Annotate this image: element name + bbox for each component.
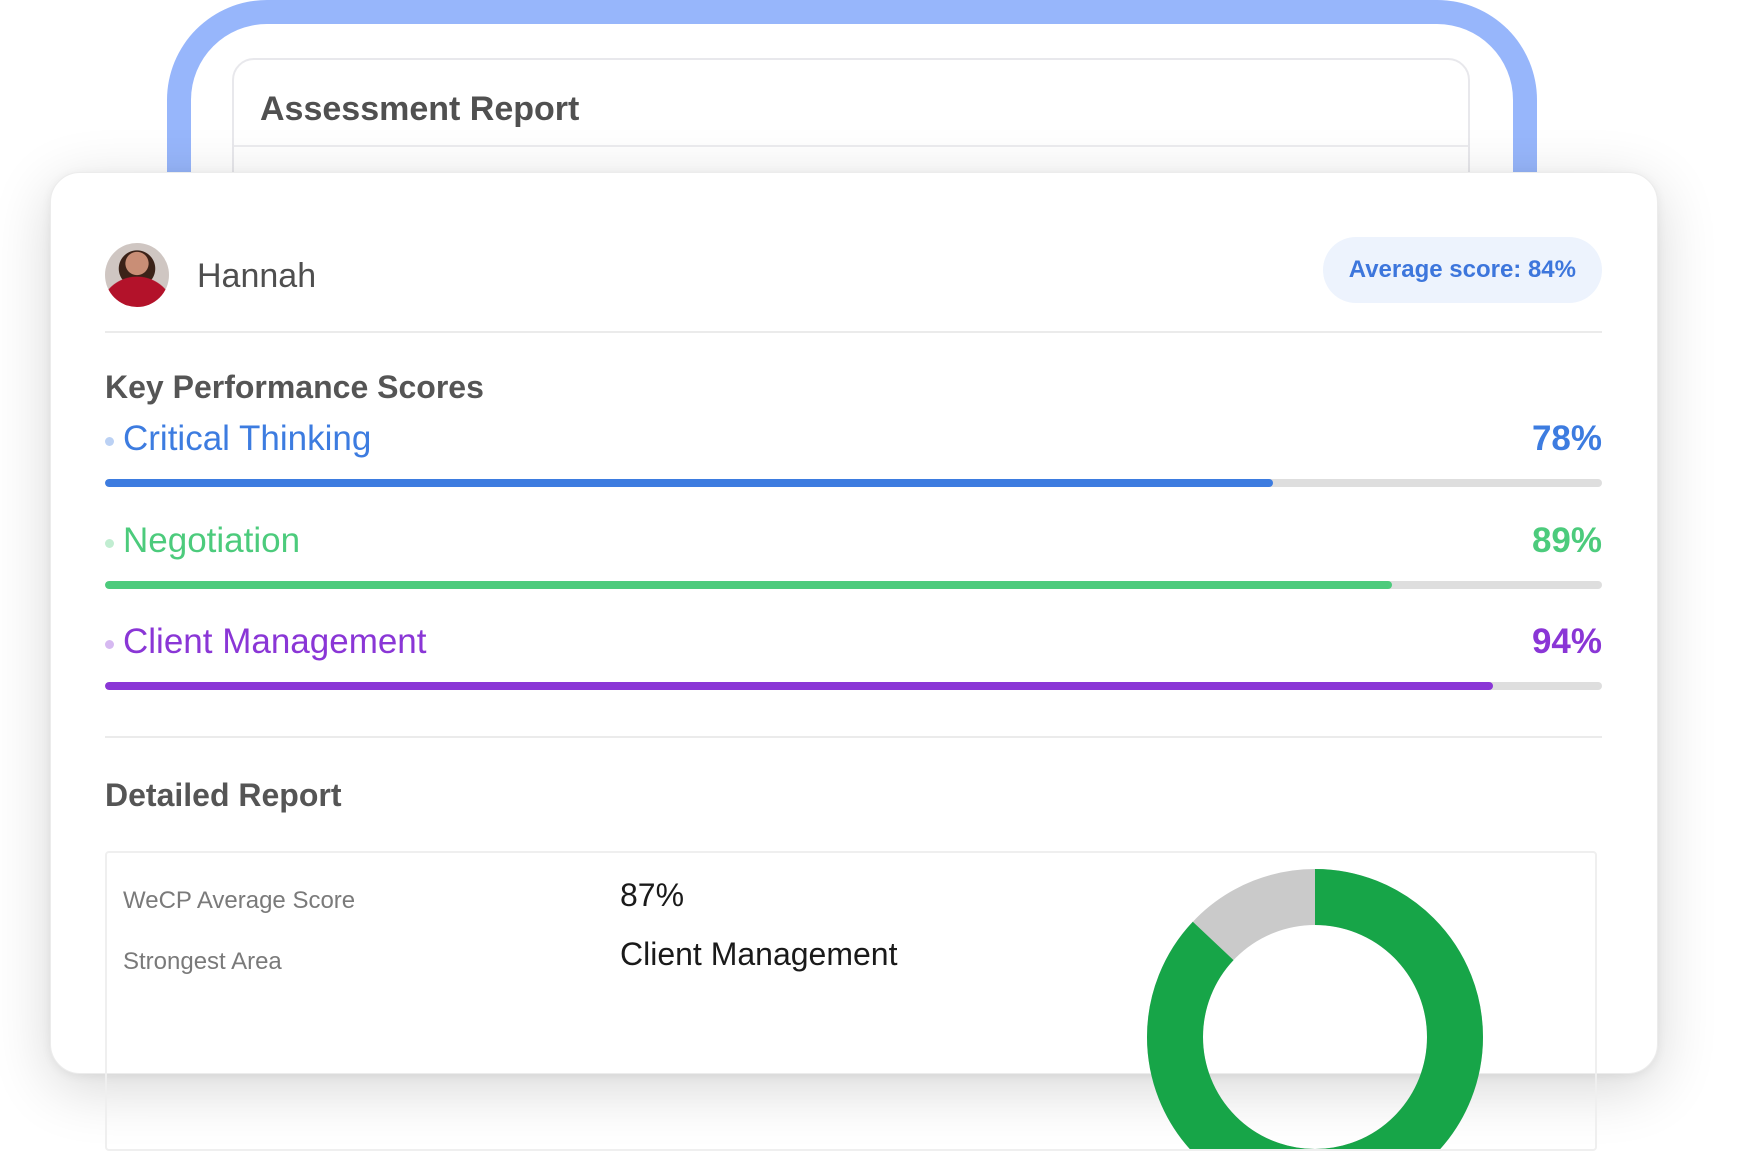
panel-title: Assessment Report xyxy=(260,90,580,128)
score-label: Critical Thinking xyxy=(123,419,372,458)
score-label: Client Management xyxy=(123,622,427,661)
score-row-client-management: Client Management 94% xyxy=(105,618,1602,698)
progress-track xyxy=(105,581,1602,589)
section-divider xyxy=(105,736,1602,738)
panel-divider xyxy=(234,145,1468,147)
candidate-report-card: Hannah Average score: 84% Key Performanc… xyxy=(50,172,1658,1151)
bullet-icon xyxy=(105,640,114,649)
detailed-report-title: Detailed Report xyxy=(105,777,342,813)
progress-fill xyxy=(105,682,1493,690)
score-row-critical-thinking: Critical Thinking 78% xyxy=(105,415,1602,495)
bullet-icon xyxy=(105,539,114,548)
candidate-header: Hannah Average score: 84% xyxy=(105,237,1602,309)
progress-fill xyxy=(105,581,1393,589)
score-donut-chart xyxy=(1147,869,1483,1149)
bullet-icon xyxy=(105,437,114,446)
score-value: 78% xyxy=(1531,419,1602,458)
score-list: Critical Thinking 78% Negotiation 89% Cl… xyxy=(105,415,1602,715)
score-value: 89% xyxy=(1531,521,1602,560)
score-label: Negotiation xyxy=(123,521,301,560)
score-row-negotiation: Negotiation 89% xyxy=(105,517,1602,597)
key-scores-title: Key Performance Scores xyxy=(105,369,484,405)
avatar xyxy=(105,243,169,307)
detail-label: Strongest Area xyxy=(123,948,282,975)
candidate-name: Hannah xyxy=(197,257,317,295)
detail-value: Client Management xyxy=(620,936,898,972)
header-divider xyxy=(105,331,1602,333)
detail-value: 87% xyxy=(620,877,685,913)
detailed-report-table: WeCP Average Score 87% Strongest Area Cl… xyxy=(105,851,1597,1151)
progress-fill xyxy=(105,479,1273,487)
progress-track xyxy=(105,682,1602,690)
detail-label: WeCP Average Score xyxy=(123,887,356,914)
score-value: 94% xyxy=(1531,622,1602,661)
progress-track xyxy=(105,479,1602,487)
average-score-badge: Average score: 84% xyxy=(1322,237,1602,303)
